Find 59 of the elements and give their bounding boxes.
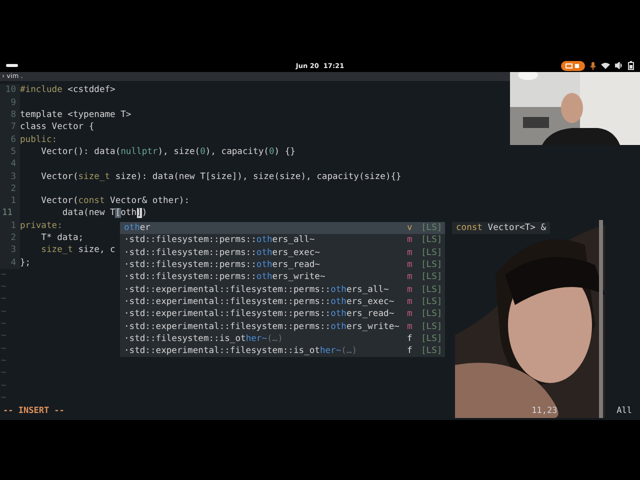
completion-item[interactable]: other v [LS] <box>120 222 445 234</box>
completion-item[interactable]: ·std::experimental::filesystem::perms::others_exec~ m [LS] <box>120 296 445 308</box>
line-number: 6 <box>0 133 20 146</box>
battery-icon[interactable] <box>628 61 634 70</box>
line-number: 2 <box>0 182 20 195</box>
mode-indicator: -- INSERT -- <box>3 406 64 416</box>
line-number: 7 <box>0 121 20 134</box>
microphone-icon[interactable] <box>590 62 596 70</box>
code-line: }; <box>20 258 31 268</box>
empty-line-marker: ~ <box>0 294 6 304</box>
code-line: class Vector { <box>20 122 94 132</box>
signature-hint: const Vector<T> & <box>452 222 550 234</box>
empty-line-marker: ~ <box>0 344 6 354</box>
code-line: #include <cstddef> <box>20 85 116 96</box>
screen-recording-icon[interactable] <box>561 60 585 71</box>
code-line: Vector(const Vector& other): <box>40 196 190 206</box>
completion-item[interactable]: ·std::experimental::filesystem::perms::others_all~ m [LS] <box>120 283 445 296</box>
completion-item[interactable]: ·std::filesystem::perms::others_read~ m [LS] <box>120 258 445 272</box>
line-number: 3 <box>0 244 20 256</box>
line-number: 4 <box>0 158 20 170</box>
empty-line-marker: ~ <box>0 380 6 391</box>
line-number: 3 <box>0 170 20 183</box>
line-number: 1 <box>0 194 20 208</box>
line-number: 5 <box>0 146 20 158</box>
code-line: private: <box>20 220 62 231</box>
line-number: 11 <box>0 207 20 220</box>
line-number: 10 <box>0 84 20 97</box>
code-line: Vector(size_t size): data(new T[size]), size(size), capacity(size){} <box>40 172 402 182</box>
line-number: 1 <box>0 220 20 232</box>
code-line: public: <box>20 134 58 145</box>
empty-line-marker: ~ <box>0 319 6 330</box>
empty-line-marker: ~ <box>0 306 6 317</box>
completion-item[interactable]: ·std::filesystem::perms::others_write~ m [LS] <box>120 271 445 284</box>
line-number: 8 <box>0 108 20 122</box>
empty-line-marker: ~ <box>0 356 6 366</box>
activities-icon[interactable] <box>6 64 18 68</box>
volume-icon[interactable] <box>615 62 623 70</box>
code-line: data(new T[oth]) <box>61 208 148 218</box>
cursor-position: 11,23 <box>532 406 558 416</box>
code-line: Vector(): data(nullptr), size(0), capacity(0) {} <box>40 146 296 157</box>
completion-item[interactable]: ·std::filesystem::perms::others_exec~ m [LS] <box>120 246 445 259</box>
code-line: T* data; <box>40 232 84 243</box>
empty-line-marker: ~ <box>0 282 6 292</box>
line-number: 4 <box>0 256 20 269</box>
empty-line-marker: ~ <box>0 331 6 342</box>
completion-item[interactable]: ·std::experimental::filesystem::perms::others_read~ m [LS] <box>120 308 445 320</box>
empty-line-marker: ~ <box>0 392 6 403</box>
line-number: 2 <box>0 232 20 244</box>
code-line: size_t size, c <box>40 245 116 256</box>
completion-item[interactable]: ·std::experimental::filesystem::perms::others_write~ m [LS] <box>120 320 445 333</box>
scroll-position: All <box>616 406 632 416</box>
code-line: template <typename T> <box>20 110 132 120</box>
completion-item[interactable]: ·std::filesystem::is_other~(…) f [LS] <box>120 332 445 345</box>
empty-line-marker: ~ <box>0 368 6 378</box>
completion-item[interactable]: ·std::experimental::filesystem::is_other~(…) f [LS] <box>120 344 445 358</box>
wifi-icon[interactable] <box>601 62 610 70</box>
empty-line-marker: ~ <box>0 270 6 280</box>
line-number: 9 <box>0 96 20 109</box>
completion-item[interactable]: ·std::filesystem::perms::others_all~ m [LS] <box>120 234 445 247</box>
